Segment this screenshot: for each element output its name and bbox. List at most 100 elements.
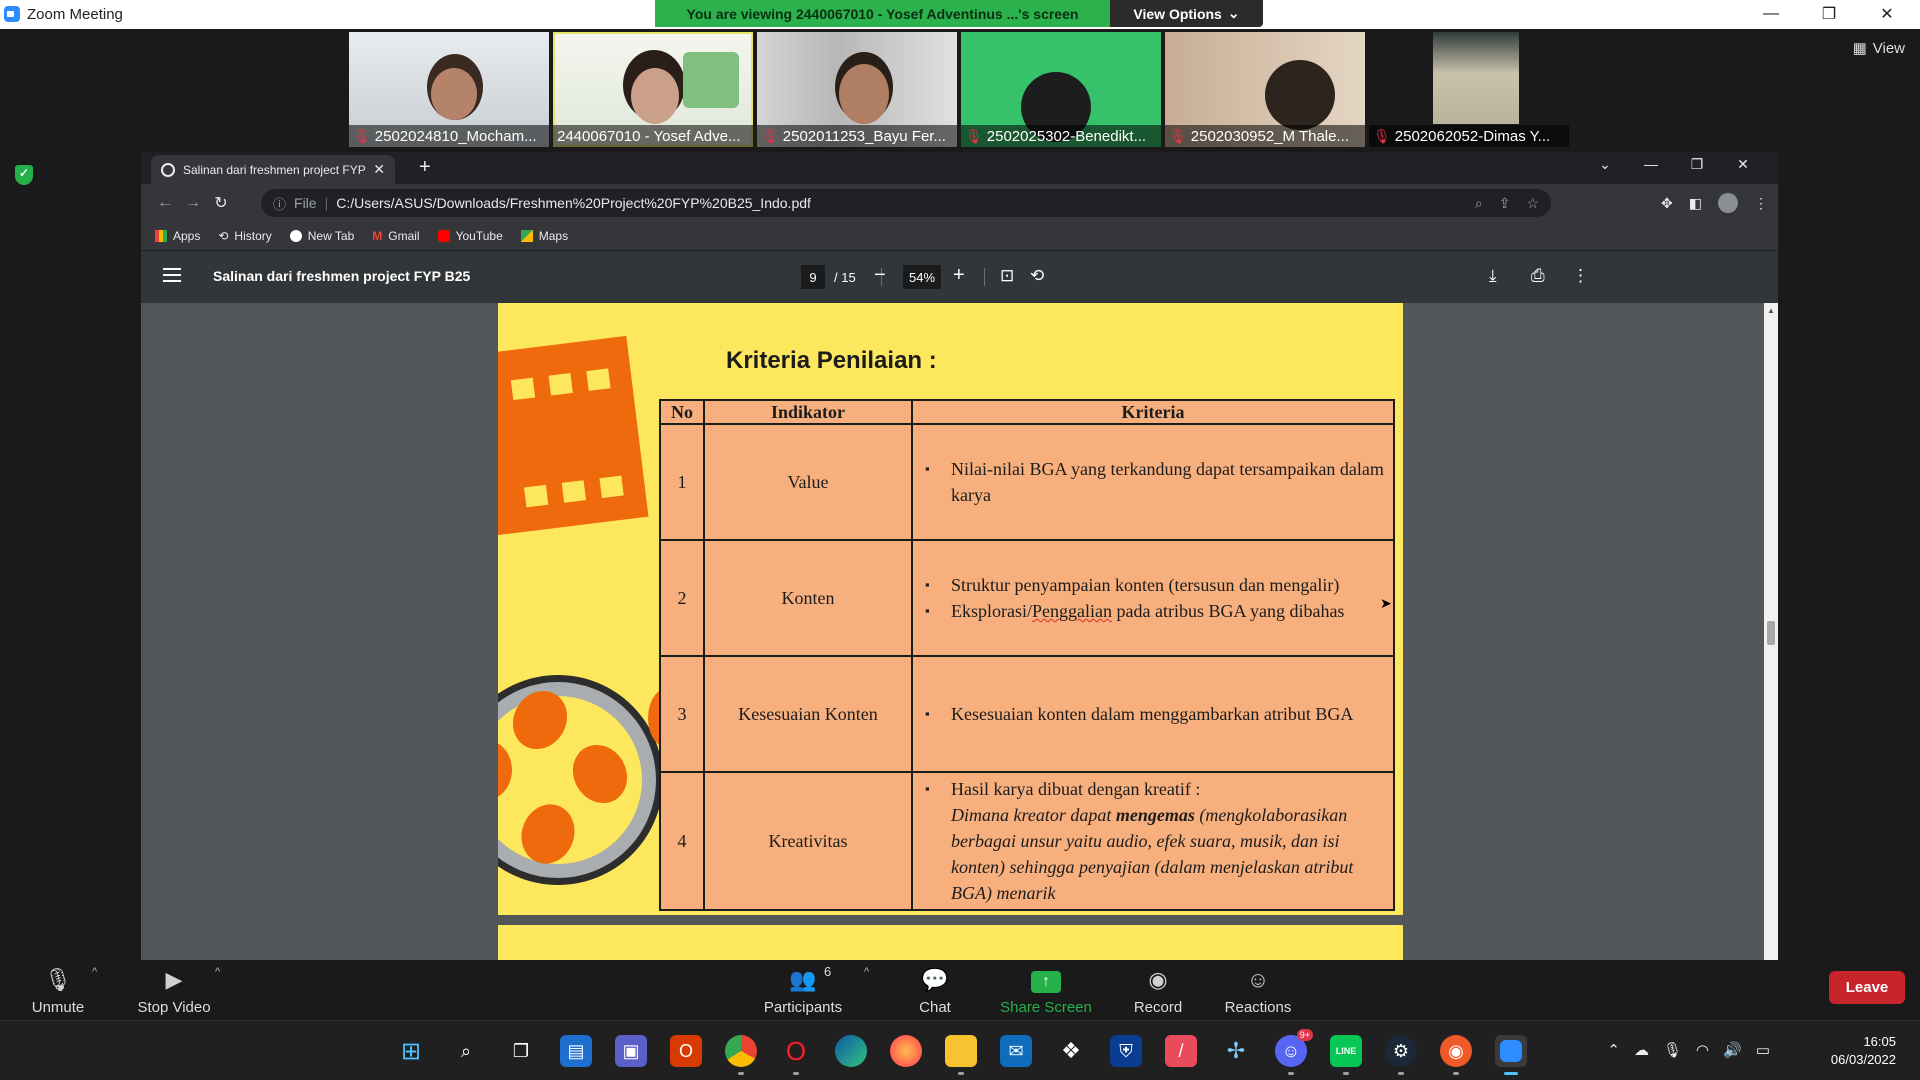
- share-icon[interactable]: ⇪: [1499, 195, 1511, 212]
- participant-tile[interactable]: 🎙 2502062052-Dimas Y...: [1369, 32, 1569, 147]
- onedrive-cloud-icon[interactable]: ☁: [1634, 1041, 1649, 1059]
- leave-button[interactable]: Leave: [1829, 971, 1905, 1004]
- line-icon[interactable]: LINE: [1330, 1035, 1362, 1075]
- close-button[interactable]: ✕: [1858, 0, 1916, 28]
- side-panel-icon[interactable]: ◧: [1689, 195, 1702, 212]
- office-icon[interactable]: O: [670, 1035, 702, 1067]
- edge-icon[interactable]: [835, 1035, 867, 1067]
- participant-tile[interactable]: 🎙 2502030952_M Thale...: [1165, 32, 1365, 147]
- print-icon[interactable]: ⎙: [1531, 266, 1545, 286]
- dropbox-icon[interactable]: ❖: [1055, 1035, 1087, 1067]
- file-explorer-icon[interactable]: [945, 1035, 977, 1075]
- chrome-restore-button[interactable]: ❐: [1674, 156, 1720, 173]
- close-tab-icon[interactable]: ✕: [373, 161, 385, 178]
- bookmark-youtube[interactable]: YouTube: [437, 229, 503, 243]
- view-options-button[interactable]: View Options ⌄: [1110, 0, 1263, 27]
- battery-icon[interactable]: ▭: [1756, 1041, 1770, 1059]
- search-icon[interactable]: ⌕: [450, 1035, 482, 1067]
- menu-icon[interactable]: [163, 268, 181, 282]
- address-bar[interactable]: ⓘ File | C:/Users/ASUS/Downloads/Freshme…: [261, 189, 1551, 217]
- chrome-close-button[interactable]: ✕: [1720, 156, 1766, 173]
- zoom-out-icon[interactable]: −: [874, 264, 886, 287]
- stop-video-button[interactable]: ▶ Stop Video: [132, 960, 216, 1020]
- restore-button[interactable]: ❐: [1800, 0, 1858, 28]
- pen-app-icon[interactable]: /: [1165, 1035, 1197, 1067]
- bookmark-apps[interactable]: Apps: [155, 229, 200, 243]
- security-app-icon[interactable]: ⛨: [1110, 1035, 1142, 1067]
- share-screen-button[interactable]: ↑ Share Screen: [996, 960, 1096, 1020]
- teams-chat-icon[interactable]: ▣: [615, 1035, 647, 1067]
- bookmark-history[interactable]: ⟲ History: [218, 229, 271, 243]
- pinwheel-app-icon[interactable]: ✢: [1220, 1035, 1252, 1067]
- zoom-in-icon[interactable]: +: [953, 264, 965, 287]
- info-icon[interactable]: ⓘ: [273, 194, 286, 213]
- reload-icon[interactable]: ↻: [207, 193, 235, 213]
- muted-mic-icon: 🎙: [965, 127, 983, 144]
- task-view-icon[interactable]: ❐: [505, 1035, 537, 1067]
- participants-options-caret-icon[interactable]: ^: [864, 966, 869, 978]
- zoom-search-icon[interactable]: ⌕: [1475, 195, 1483, 212]
- browser-tab[interactable]: Salinan dari freshmen project FYP ✕: [151, 155, 395, 184]
- opera-icon[interactable]: O: [780, 1035, 812, 1075]
- chrome-tab-bar: Salinan dari freshmen project FYP ✕ + ⌄ …: [141, 152, 1778, 184]
- steam-icon[interactable]: ⚙: [1385, 1035, 1417, 1075]
- bookmark-star-icon[interactable]: ☆: [1526, 195, 1539, 212]
- pdf-scrollbar[interactable]: ▲: [1764, 303, 1778, 960]
- participant-tile-active-speaker[interactable]: 2440067010 - Yosef Adve...: [553, 32, 753, 147]
- back-icon[interactable]: ←: [151, 194, 179, 212]
- tray-overflow-icon[interactable]: ⌃: [1607, 1041, 1620, 1059]
- pdf-viewer[interactable]: Kriteria Penilaian : No Indikator Kriter…: [141, 303, 1764, 960]
- view-options-label: View Options: [1133, 5, 1222, 22]
- more-actions-icon[interactable]: ⋮: [1572, 266, 1589, 286]
- windows-start-icon[interactable]: ⊞: [395, 1035, 427, 1067]
- participant-tile[interactable]: 🎙 2502011253_Bayu Fer...: [757, 32, 957, 147]
- video-options-caret-icon[interactable]: ^: [215, 966, 220, 978]
- extensions-icon[interactable]: ✥: [1661, 195, 1673, 212]
- chat-button[interactable]: 💬 Chat: [912, 960, 958, 1020]
- mail-icon[interactable]: ✉: [1000, 1035, 1032, 1067]
- bookmark-gmail[interactable]: M Gmail: [372, 229, 419, 243]
- wifi-icon[interactable]: ◠: [1696, 1041, 1709, 1059]
- chrome-taskbar-icon[interactable]: [725, 1035, 757, 1075]
- discord-icon[interactable]: ☺ 9+: [1275, 1029, 1313, 1075]
- reactions-button[interactable]: ☺ Reactions: [1222, 960, 1294, 1020]
- participant-tile[interactable]: 🎙 2502024810_Mocham...: [349, 32, 549, 147]
- scroll-thumb[interactable]: [1767, 621, 1775, 645]
- view-layout-button[interactable]: ▦ View: [1853, 39, 1905, 58]
- new-tab-button[interactable]: +: [419, 156, 431, 179]
- bookmark-maps[interactable]: Maps: [520, 229, 568, 243]
- row-criteria: Kesesuaian konten dalam menggambarkan at…: [911, 655, 1395, 773]
- minimize-button[interactable]: —: [1742, 0, 1800, 28]
- download-icon[interactable]: ⤓: [1489, 266, 1497, 286]
- criteria-item: Struktur penyampaian konten (tersusun da…: [925, 572, 1387, 598]
- system-tray: ⌃ ☁ 🎙 ◠ 🔊 ▭: [1607, 1041, 1770, 1059]
- participant-tile[interactable]: 🎙 2502025302-Benedikt...: [961, 32, 1161, 147]
- firefox-icon[interactable]: [890, 1035, 922, 1067]
- bookmark-new-tab[interactable]: New Tab: [289, 229, 354, 243]
- taskbar-clock[interactable]: 16:05 06/03/2022: [1831, 1033, 1896, 1069]
- zoom-taskbar-icon[interactable]: [1495, 1035, 1527, 1075]
- record-button[interactable]: ◉ Record: [1130, 960, 1186, 1020]
- zoom-level-input[interactable]: 54%: [903, 265, 941, 289]
- page-number-input[interactable]: 9: [801, 265, 825, 289]
- chrome-minimize-button[interactable]: —: [1628, 156, 1674, 172]
- unmute-button[interactable]: 🎙 Unmute: [28, 960, 88, 1020]
- encryption-shield-icon[interactable]: [15, 165, 33, 185]
- row-number: 1: [659, 423, 705, 541]
- participant-name: 🎙 2502025302-Benedikt...: [961, 125, 1161, 147]
- participants-button[interactable]: 👥 Participants: [758, 960, 848, 1020]
- volume-icon[interactable]: 🔊: [1723, 1041, 1742, 1059]
- scroll-up-icon[interactable]: ▲: [1767, 306, 1775, 315]
- chrome-menu-icon[interactable]: ⋮: [1754, 195, 1768, 212]
- profile-avatar[interactable]: [1718, 193, 1738, 213]
- rotate-icon[interactable]: ⟲: [1030, 266, 1044, 286]
- tab-search-icon[interactable]: ⌄: [1582, 156, 1628, 173]
- fit-page-icon[interactable]: ⊡: [1000, 266, 1014, 286]
- row-number: 4: [659, 771, 705, 911]
- origin-icon[interactable]: ◉: [1440, 1035, 1472, 1075]
- row-indicator: Konten: [703, 539, 913, 657]
- forward-icon[interactable]: →: [179, 194, 207, 212]
- audio-options-caret-icon[interactable]: ^: [92, 966, 97, 978]
- widgets-icon[interactable]: ▤: [560, 1035, 592, 1067]
- microphone-icon[interactable]: 🎙: [1663, 1041, 1682, 1059]
